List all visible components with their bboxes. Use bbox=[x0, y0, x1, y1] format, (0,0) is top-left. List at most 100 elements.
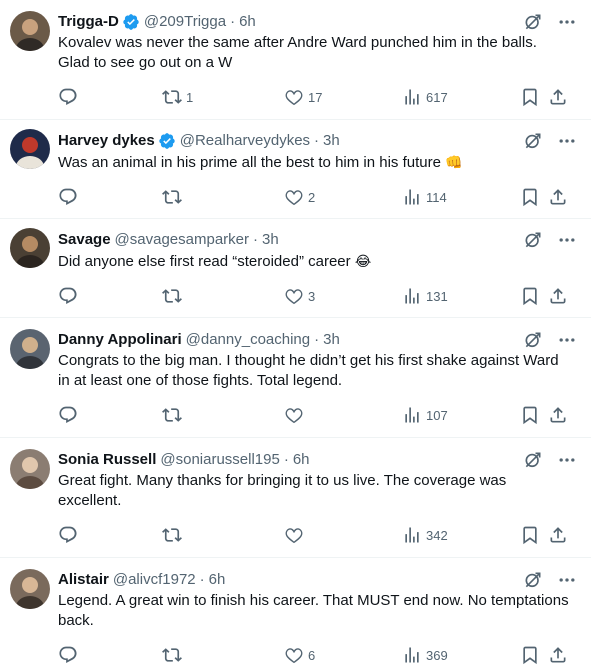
grok-icon[interactable] bbox=[523, 330, 543, 350]
share-button[interactable] bbox=[548, 285, 568, 307]
like-button[interactable]: 6 bbox=[284, 644, 315, 666]
views-button[interactable]: 369 bbox=[402, 644, 448, 666]
username-handle[interactable]: @alivcf1972 bbox=[113, 570, 196, 590]
reply-button[interactable] bbox=[58, 524, 82, 546]
like-icon bbox=[284, 525, 304, 545]
verified-badge-icon[interactable] bbox=[158, 132, 176, 150]
tweet-header: Danny Appolinari @danny_coaching · 3h bbox=[58, 318, 579, 350]
username-handle[interactable]: @savagesamparker bbox=[115, 230, 249, 250]
bookmark-button[interactable] bbox=[520, 524, 540, 546]
tweet-body: Was an animal in his prime all the best … bbox=[58, 154, 441, 171]
retweets-count: 1 bbox=[186, 89, 194, 105]
timestamp[interactable]: 6h bbox=[209, 570, 226, 590]
username-handle[interactable]: @soniarussell195 bbox=[160, 450, 279, 470]
bookmark-button[interactable] bbox=[520, 404, 540, 426]
reply-button[interactable] bbox=[58, 644, 82, 666]
more-icon[interactable] bbox=[557, 12, 577, 32]
grok-icon[interactable] bbox=[523, 230, 543, 250]
timestamp[interactable]: 6h bbox=[293, 450, 310, 470]
views-icon bbox=[402, 87, 422, 107]
tweet[interactable]: Trigga-D @209Trigga · 6h Kovalev was never t… bbox=[0, 0, 591, 120]
share-button[interactable] bbox=[548, 404, 568, 426]
views-button[interactable]: 342 bbox=[402, 524, 448, 546]
retweet-icon bbox=[162, 87, 182, 107]
timestamp[interactable]: 3h bbox=[262, 230, 279, 250]
timestamp[interactable]: 3h bbox=[323, 131, 340, 151]
display-name[interactable]: Alistair bbox=[58, 570, 109, 590]
like-button[interactable]: 3 bbox=[284, 285, 315, 307]
tweet[interactable]: Sonia Russell @soniarussell195 · 6h Great fi… bbox=[0, 438, 591, 558]
views-button[interactable]: 114 bbox=[402, 186, 447, 208]
tweet-text: Kovalev was never the same after Andre W… bbox=[58, 33, 579, 73]
avatar[interactable] bbox=[10, 569, 50, 609]
grok-icon[interactable] bbox=[523, 450, 543, 470]
avatar[interactable] bbox=[10, 11, 50, 51]
tweet[interactable]: Savage @savagesamparker · 3h Did anyone else… bbox=[0, 219, 591, 318]
more-icon[interactable] bbox=[557, 570, 577, 590]
retweet-button[interactable] bbox=[162, 524, 186, 546]
share-button[interactable] bbox=[548, 186, 568, 208]
emoji: 😂 bbox=[354, 253, 372, 269]
grok-icon[interactable] bbox=[523, 131, 543, 151]
reply-button[interactable] bbox=[58, 285, 82, 307]
views-button[interactable]: 617 bbox=[402, 86, 448, 108]
share-button[interactable] bbox=[548, 86, 568, 108]
retweet-button[interactable] bbox=[162, 285, 186, 307]
share-button[interactable] bbox=[548, 524, 568, 546]
share-button[interactable] bbox=[548, 644, 568, 666]
like-button[interactable] bbox=[284, 404, 308, 426]
display-name[interactable]: Harvey dykes bbox=[58, 131, 155, 151]
timestamp[interactable]: 3h bbox=[323, 330, 340, 350]
tweet[interactable]: Harvey dykes @Realharveydykes · 3h Was an an… bbox=[0, 120, 591, 219]
avatar[interactable] bbox=[10, 449, 50, 489]
more-icon[interactable] bbox=[557, 450, 577, 470]
bookmark-button[interactable] bbox=[520, 644, 540, 666]
more-icon[interactable] bbox=[557, 131, 577, 151]
display-name[interactable]: Trigga-D bbox=[58, 12, 119, 32]
retweet-button[interactable] bbox=[162, 644, 186, 666]
like-button[interactable]: 17 bbox=[284, 86, 322, 108]
bookmark-icon bbox=[520, 645, 540, 665]
avatar[interactable] bbox=[10, 329, 50, 369]
avatar[interactable] bbox=[10, 129, 50, 169]
reply-button[interactable] bbox=[58, 404, 82, 426]
bookmark-button[interactable] bbox=[520, 86, 540, 108]
tweet[interactable]: Danny Appolinari @danny_coaching · 3h Congra… bbox=[0, 318, 591, 438]
likes-count: 6 bbox=[308, 647, 316, 663]
more-icon[interactable] bbox=[557, 330, 577, 350]
display-name[interactable]: Savage bbox=[58, 230, 111, 250]
grok-icon[interactable] bbox=[523, 12, 543, 32]
views-button[interactable]: 131 bbox=[402, 285, 448, 307]
grok-icon[interactable] bbox=[523, 570, 543, 590]
avatar[interactable] bbox=[10, 228, 50, 268]
retweet-button[interactable] bbox=[162, 186, 186, 208]
more-icon[interactable] bbox=[557, 230, 577, 250]
username-handle[interactable]: @Realharveydykes bbox=[180, 131, 310, 151]
username-handle[interactable]: @209Trigga bbox=[144, 12, 226, 32]
separator-dot: · bbox=[314, 331, 320, 348]
retweet-button[interactable]: 1 bbox=[162, 86, 193, 108]
action-bar: 342 bbox=[58, 524, 579, 546]
tweet[interactable]: Alistair @alivcf1972 · 6h Legend. A great wi… bbox=[0, 558, 591, 667]
bookmark-button[interactable] bbox=[520, 285, 540, 307]
bookmark-button[interactable] bbox=[520, 186, 540, 208]
username-handle[interactable]: @danny_coaching bbox=[186, 330, 310, 350]
share-icon bbox=[548, 87, 568, 107]
display-name[interactable]: Sonia Russell bbox=[58, 450, 156, 470]
verified-badge-icon[interactable] bbox=[122, 13, 140, 31]
action-bar: 107 bbox=[58, 404, 579, 426]
like-button[interactable]: 2 bbox=[284, 186, 315, 208]
display-name[interactable]: Danny Appolinari bbox=[58, 330, 182, 350]
reply-icon bbox=[58, 405, 78, 425]
timestamp[interactable]: 6h bbox=[239, 12, 256, 32]
share-icon bbox=[548, 525, 568, 545]
views-button[interactable]: 107 bbox=[402, 404, 448, 426]
reply-button[interactable] bbox=[58, 86, 82, 108]
share-icon bbox=[548, 187, 568, 207]
tweet-text: Congrats to the big man. I thought he di… bbox=[58, 351, 579, 391]
retweet-button[interactable] bbox=[162, 404, 186, 426]
retweet-icon bbox=[162, 525, 182, 545]
reply-button[interactable] bbox=[58, 186, 82, 208]
like-button[interactable] bbox=[284, 524, 308, 546]
share-icon bbox=[548, 645, 568, 665]
